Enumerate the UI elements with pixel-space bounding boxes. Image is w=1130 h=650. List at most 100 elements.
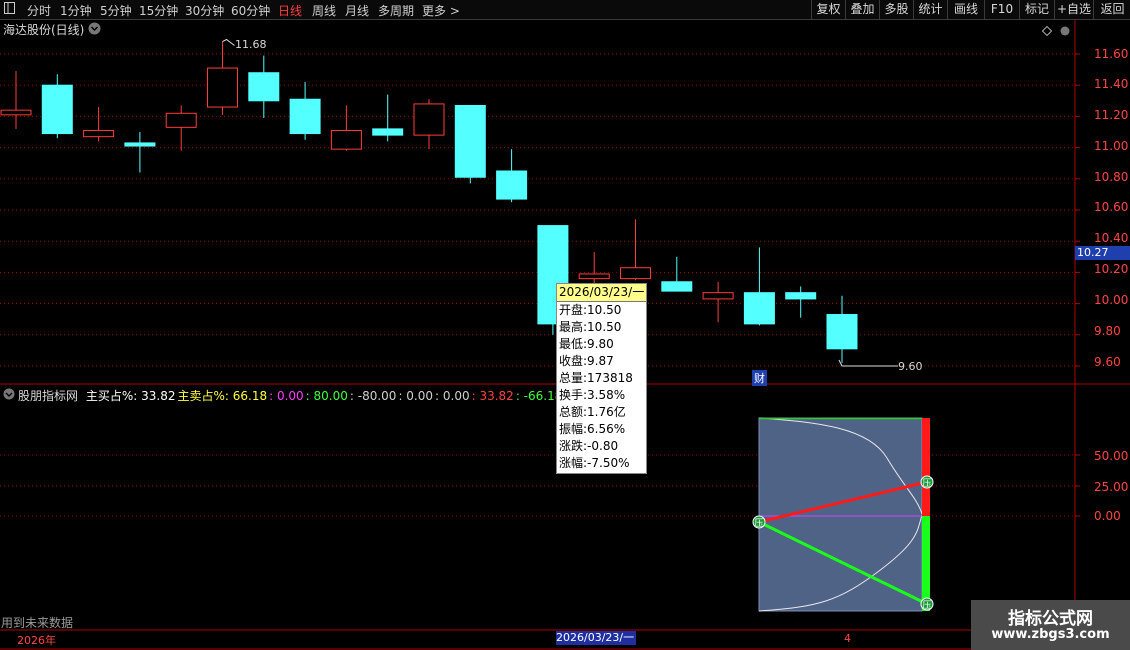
candle-body [743, 292, 775, 325]
chevron-circle-small-icon[interactable] [1060, 25, 1070, 39]
period-tab-30min[interactable]: 30分钟 [185, 2, 224, 19]
pressure-badge-label: 压 [922, 478, 931, 489]
candle-body [289, 98, 321, 135]
candle-body [0, 109, 32, 116]
candle-body [661, 281, 693, 292]
price-tick: 11.40 [1094, 77, 1129, 91]
pressure-badge-label: 压 [922, 600, 931, 611]
indicator-menu-icon[interactable] [3, 388, 15, 403]
period-tab-multi[interactable]: 多周期 [378, 2, 414, 19]
indicator-tick: 50.00 [1094, 449, 1129, 463]
period-toolbar: 分时 1分钟 5分钟 15分钟 30分钟 60分钟 日线 周线 月线 多周期 更… [0, 0, 1130, 20]
tooltip-open: 开盘:10.50 [559, 303, 622, 317]
price-tick: 11.20 [1094, 108, 1129, 122]
period-tab-fenshi[interactable]: 分时 [27, 2, 51, 19]
site-watermark: 指标公式网 www.zbgs3.com [971, 600, 1130, 650]
back-button[interactable]: 返回 [1093, 0, 1130, 19]
cursor-date: 2026/03/23/一 [556, 631, 636, 645]
period-tab-weekly[interactable]: 周线 [312, 2, 336, 19]
tooltip-turnover: 换手:3.58% [559, 388, 626, 402]
indicator-legend: 股朋指标网 主买占%: 33.82 主卖占%: 66.18: 0.00: 80.0… [18, 387, 562, 404]
finance-marker[interactable]: 财 [752, 370, 767, 386]
tooltip-high: 最高:10.50 [559, 320, 622, 334]
candle-body [785, 292, 817, 300]
price-tick: 10.40 [1094, 231, 1129, 245]
future-data-notice: 用到未来数据 [1, 616, 74, 630]
watermark-title: 指标公式网 [1008, 609, 1093, 629]
period-tab-monthly[interactable]: 月线 [345, 2, 369, 19]
indicator-value: : 0.00 [269, 389, 304, 403]
tooltip-low: 最低:9.80 [559, 337, 614, 351]
month-label: 4 [844, 632, 851, 645]
price-tick: 9.60 [1094, 355, 1121, 369]
tooltip-date: 2026/03/23/一 [557, 284, 646, 302]
high-annotation: 11.68 [235, 38, 267, 51]
tooltip-amplitude: 振幅:6.56% [559, 422, 626, 436]
sell-bar [922, 516, 930, 611]
indicator-name: 股朋指标网 [18, 389, 79, 403]
low-annotation: 9.60 [898, 360, 923, 373]
candle-body [826, 314, 858, 350]
indicator-tick: 0.00 [1094, 509, 1121, 523]
indicator-value: 主卖占%: 66.18 [177, 389, 268, 403]
candle-body [454, 104, 486, 178]
pressure-badge-label: 压 [754, 518, 763, 529]
diamond-icon[interactable] [1041, 25, 1053, 39]
price-tick: 10.60 [1094, 200, 1129, 214]
chevron-circle-icon[interactable] [88, 22, 101, 38]
candle-body [83, 129, 115, 138]
candle-body [330, 129, 362, 150]
period-tab-more[interactable]: 更多 > [422, 2, 460, 19]
year-label: 2026年 [17, 634, 56, 647]
indicator-value: : 0.00 [435, 389, 470, 403]
mark-button[interactable]: 标记 [1019, 0, 1054, 19]
price-tick: 10.80 [1094, 170, 1129, 184]
statistics-button[interactable]: 统计 [913, 0, 947, 19]
candle-tooltip: 2026/03/23/一 开盘:10.50 最高:10.50 最低:9.80 收… [556, 283, 647, 474]
indicator-tick: 25.00 [1094, 480, 1129, 494]
overlay-button[interactable]: 叠加 [845, 0, 879, 19]
candle-body [41, 84, 73, 135]
price-tick: 10.20 [1094, 262, 1129, 276]
period-tab-daily[interactable]: 日线 [278, 2, 302, 19]
candle-body [496, 170, 528, 200]
buy-bar [922, 418, 930, 516]
indicator-value: : 80.00 [305, 389, 348, 403]
indicator-value: : 33.82 [471, 389, 514, 403]
watermark-url: www.zbgs3.com [991, 627, 1110, 642]
candle-body [207, 67, 238, 108]
current-price-badge: 10.27 [1075, 246, 1130, 260]
draw-line-button[interactable]: 画线 [947, 0, 984, 19]
candle-body [413, 103, 445, 136]
indicator-value: : 0.00 [398, 389, 434, 403]
tooltip-change-pct: 涨幅:-7.50% [559, 456, 630, 470]
price-tick: 11.60 [1094, 47, 1129, 61]
period-tab-15min[interactable]: 15分钟 [139, 2, 178, 19]
multi-stock-button[interactable]: 多股 [879, 0, 913, 19]
candle-body [248, 72, 280, 102]
period-tab-1min[interactable]: 1分钟 [60, 2, 92, 19]
low-leader [838, 359, 898, 367]
period-tab-60min[interactable]: 60分钟 [231, 2, 270, 19]
f10-button[interactable]: F10 [984, 0, 1019, 19]
stock-title: 海达股份(日线) [3, 23, 85, 37]
tooltip-volume: 总量:173818 [559, 371, 633, 385]
candle-body [372, 128, 404, 136]
buy-sell-widget [758, 417, 923, 612]
candle-body [124, 142, 156, 147]
candle-body [702, 292, 734, 300]
price-tick: 10.00 [1094, 293, 1129, 307]
high-leader [222, 38, 235, 46]
indicator-value: : -80.00 [349, 389, 397, 403]
indicator-value: 主买占%: 33.82 [85, 389, 176, 403]
tooltip-amount: 总额:1.76亿 [559, 405, 626, 419]
panel-toggle-icon[interactable] [4, 2, 16, 16]
period-tab-5min[interactable]: 5分钟 [100, 2, 132, 19]
candle-body [165, 112, 197, 128]
tooltip-change: 涨跌:-0.80 [559, 439, 619, 453]
candle-body [620, 267, 651, 280]
candle-body [578, 273, 610, 280]
price-tick: 9.80 [1094, 324, 1121, 338]
add-watchlist-button[interactable]: +自选 [1054, 0, 1093, 19]
fuquan-button[interactable]: 复权 [811, 0, 845, 19]
